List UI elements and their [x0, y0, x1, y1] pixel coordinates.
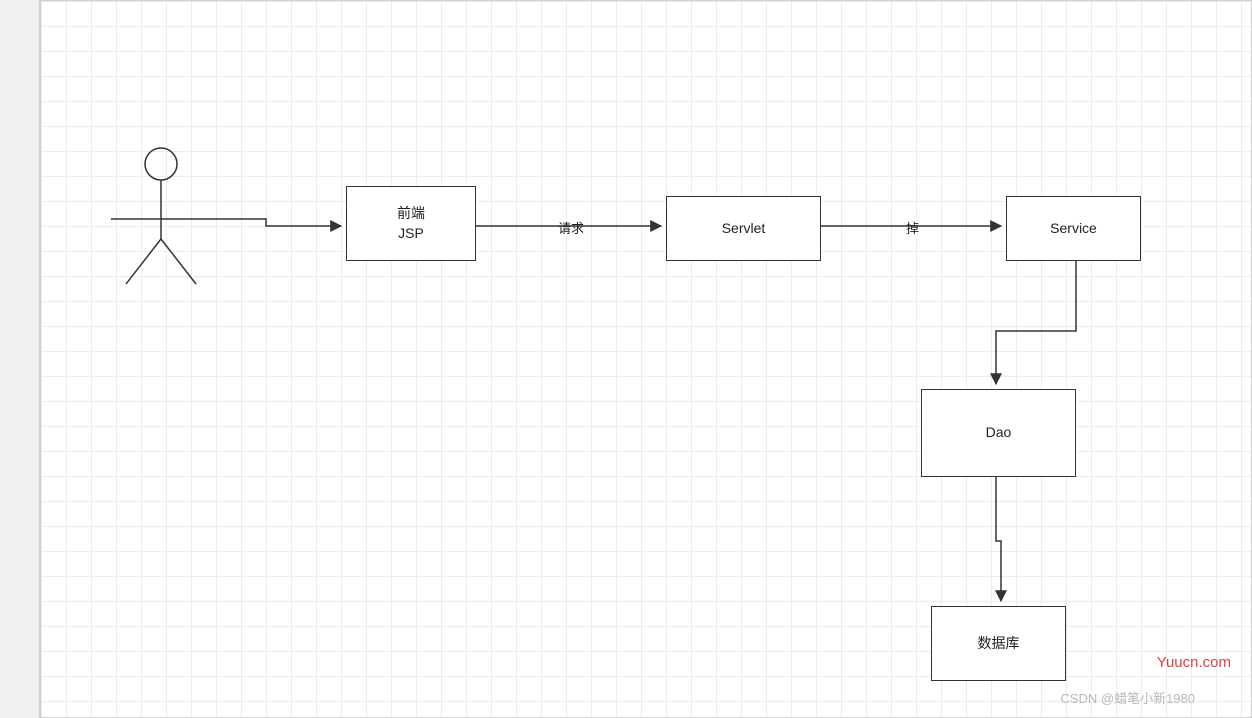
- node-service-label: Service: [1050, 219, 1097, 239]
- node-dao-label: Dao: [986, 423, 1012, 443]
- edge-label-call: 掉: [904, 218, 921, 237]
- node-jsp-label: 前端 JSP: [397, 204, 425, 243]
- watermark-red: Yuucn.com: [1157, 654, 1231, 671]
- edge-actor-to-jsp: [211, 219, 341, 226]
- node-db-label: 数据库: [978, 634, 1020, 654]
- node-servlet-label: Servlet: [722, 219, 766, 239]
- arrows-layer: [41, 1, 1252, 718]
- gutter: [0, 0, 40, 718]
- actor-stick-figure: [101, 144, 221, 289]
- edge-service-to-dao: [996, 261, 1076, 384]
- edge-label-request: 请求: [556, 218, 586, 237]
- edge-dao-to-db: [996, 477, 1001, 601]
- node-servlet: Servlet: [666, 196, 821, 261]
- node-db: 数据库: [931, 606, 1066, 681]
- node-service: Service: [1006, 196, 1141, 261]
- node-jsp: 前端 JSP: [346, 186, 476, 261]
- watermark-grey: CSDN @蜡笔小新1980: [1060, 688, 1195, 707]
- node-dao: Dao: [921, 389, 1076, 477]
- diagram-canvas: 前端 JSP Servlet Service Dao 数据库 请求 掉 Yuuc: [40, 0, 1252, 718]
